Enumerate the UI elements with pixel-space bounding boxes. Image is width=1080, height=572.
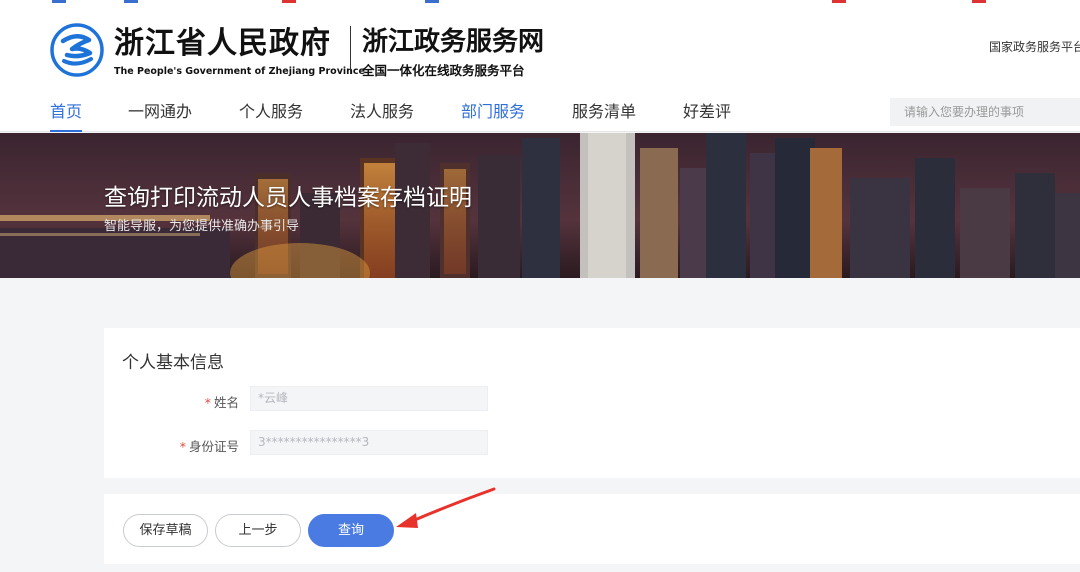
name-field[interactable]: *云峰 (250, 386, 488, 411)
search-input[interactable] (890, 98, 1080, 126)
banner: 查询打印流动人员人事档案存档证明 智能导服，为您提供准确办事引导 (0, 133, 1080, 278)
top-strip (0, 0, 1080, 8)
nav-active-underline (50, 130, 82, 132)
nav-item-personal[interactable]: 个人服务 (239, 98, 303, 122)
nav-item-legal-person[interactable]: 法人服务 (350, 98, 414, 122)
nav-item-home[interactable]: 首页 (50, 98, 82, 122)
header-divider (350, 26, 351, 74)
required-star: * (204, 395, 211, 410)
service-subtitle: 全国一体化在线政务服务平台 (362, 63, 525, 78)
nav-item-service-list[interactable]: 服务清单 (572, 98, 636, 122)
id-number-field[interactable]: 3****************3 (250, 430, 488, 455)
nav-item-rating[interactable]: 好差评 (683, 98, 731, 122)
save-draft-button[interactable]: 保存草稿 (123, 514, 208, 547)
form-actions: 保存草稿 上一步 查询 (104, 494, 1080, 564)
previous-step-button[interactable]: 上一步 (215, 514, 301, 547)
nav-item-department[interactable]: 部门服务 (461, 98, 525, 122)
service-title[interactable]: 浙江政务服务网 (362, 21, 544, 58)
personal-info-card: 个人基本信息 * 姓名 *云峰 * 身份证号 3****************3 (104, 328, 1080, 478)
gov-english-title: The People's Government of Zhejiang Prov… (114, 66, 365, 77)
section-title: 个人基本信息 (122, 353, 224, 373)
name-label: * 姓名 (204, 395, 239, 410)
site-header: 浙江省人民政府 The People's Government of Zheji… (0, 8, 1080, 132)
banner-title: 查询打印流动人员人事档案存档证明 (104, 185, 472, 211)
annotation-arrow-icon (396, 487, 496, 528)
required-star: * (179, 439, 186, 454)
national-platform-link[interactable]: 国家政务服务平台 (989, 38, 1080, 55)
banner-subtitle: 智能导服，为您提供准确办事引导 (104, 219, 300, 234)
query-button[interactable]: 查询 (308, 514, 394, 547)
zhejiang-logo-icon[interactable] (50, 23, 104, 77)
id-number-label: * 身份证号 (179, 439, 239, 454)
gov-title[interactable]: 浙江省人民政府 (114, 18, 331, 62)
nav-item-one-stop[interactable]: 一网通办 (128, 98, 192, 122)
